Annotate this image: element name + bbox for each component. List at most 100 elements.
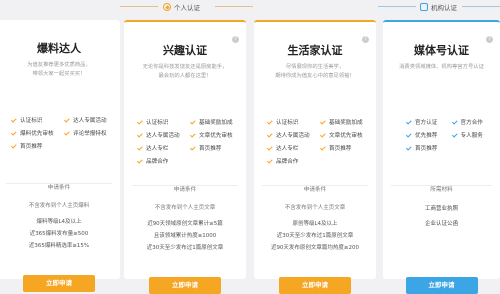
feature-item: 达人专属活动 [63,116,116,124]
feature-item: 认证标识 [266,118,319,126]
auth-type-tabs: 个人认证 机构认证 [0,0,500,20]
check-icon [189,144,196,151]
feature-item: 文章优先审核 [189,131,242,139]
feature-item: 专人服务 [451,131,497,139]
req-item: 爆料等级L4及以上 [36,219,82,225]
check-icon [10,142,17,149]
feature-item: 认证标识 [136,118,189,126]
card-interest-auth: ? 兴趣认证 无论你是科技发烧友还是厨房能手， 最会玩的人都在这里！ 认证标识 … [124,20,246,294]
feature-list: 认证标识 达人专属活动 爆料优先审核 评论举报特权 首页推荐 [10,116,116,150]
req-item: 近90天发布原创文章篇均热度≥200 [270,245,360,251]
req-list: 不含发布到个人主页文章 原创等级L4及以上 近30天至少发布过1篇原创文章 近9… [258,202,372,254]
feature-item: 品牌合作 [136,157,189,165]
check-icon [405,144,412,151]
check-icon [136,131,143,138]
feature-item: 首页推荐 [319,144,372,152]
tab-deco-line [215,6,253,7]
feature-item: 达人专属活动 [266,131,319,139]
feature-list: 官方认证 官方合作 优先推荐 专人服务 首页推荐 [405,118,497,152]
card-lifestyle-auth: ? 生活家认证 尽情展现你的生活美学， 期待你成为值友心中的意见领袖！ 认证标识… [254,20,376,294]
check-icon [266,118,273,125]
req-item: 不含发布到个人主页爆料 [28,203,90,209]
check-icon [136,144,143,151]
card-title: 媒体号认证 [414,44,469,57]
check-icon [405,131,412,138]
card-title: 兴趣认证 [163,44,207,57]
feature-item: 基础奖励加成 [319,118,372,126]
check-icon [319,118,326,125]
feature-item: 首页推荐 [405,144,451,152]
feature-item: 优先推荐 [405,131,451,139]
tab-personal-auth[interactable]: 个人认证 [163,2,200,12]
card-desc: 尽情展现你的生活美学， 期待你成为值友心中的意见领袖！ [260,63,370,81]
req-list: 不含发布到个人主页文章 近90天领域原创文章累计≥5篇 且该领域累计热度≥100… [128,202,242,254]
req-list: 工商营业执照 企业认证公函 [387,202,496,232]
check-icon [405,118,412,125]
req-item: 近365爆料精选率≥15% [28,243,90,249]
tab-deco-line [378,6,416,7]
card-desc-line: 消费类领域媒体、机构等官方号认证 [399,64,484,70]
check-icon [319,131,326,138]
card-desc-line: 尽情展现你的生活美学， [285,64,345,70]
check-icon [266,144,273,151]
req-title: 申请条件 [173,187,197,193]
card-desc-line: 期待你成为值友心中的意见领袖！ [275,73,355,79]
feature-list: 认证标识 基础奖励加成 达人专属活动 文章优先审核 达人专栏 首页推荐 品牌合作 [136,118,242,165]
req-title: 申请条件 [47,185,71,191]
card-desc-line: 为值友推荐更多优质商品， [27,62,91,68]
card-title: 爆料达人 [37,42,81,55]
check-icon [319,144,326,151]
feature-item: 认证标识 [10,116,63,124]
feature-item: 首页推荐 [189,144,242,152]
tab-org-label: 机构认证 [431,4,457,12]
check-icon [451,118,458,125]
check-icon [10,116,17,123]
feature-item: 首页推荐 [10,142,63,150]
feature-item: 达人专栏 [136,144,189,152]
check-icon [451,131,458,138]
feature-item: 官方认证 [405,118,451,126]
req-item: 不含发布到个人主页文章 [154,205,216,211]
check-icon [136,157,143,164]
feature-item: 达人专栏 [266,144,319,152]
req-item: 原创等级L4及以上 [292,221,338,227]
feature-item: 达人专属活动 [136,131,189,139]
tab-deco-line [462,6,500,7]
req-title: 所需材料 [430,187,453,193]
req-item: 近90天领域原创文章累计≥5篇 [147,221,223,227]
check-icon [63,116,70,123]
check-icon [189,131,196,138]
card-desc: 为值友推荐更多优质商品， 带领大家一起买买买！ [4,61,114,79]
req-item: 不含发布到个人主页文章 [284,205,346,211]
tab-org-auth[interactable]: 机构认证 [420,2,457,12]
req-list: 不含发布到个人主页爆料 爆料等级L4及以上 近365爆料发布量≥500 近365… [2,200,116,252]
check-icon [63,129,70,136]
card-desc-line: 最会玩的人都在这里！ [158,73,212,79]
card-title: 生活家认证 [287,44,343,57]
feature-list: 认证标识 基础奖励加成 达人专属活动 文章优先审核 达人专栏 首页推荐 品牌合作 [266,118,372,165]
apply-button[interactable]: 立即申请 [405,277,478,294]
card-desc: 消费类领域媒体、机构等官方号认证 [389,63,494,72]
apply-button[interactable]: 立即申请 [23,275,95,292]
req-title: 申请条件 [303,187,327,193]
card-desc-line: 无论你是科技发烧友还是厨房能手， [142,64,228,70]
tab-deco-line [120,6,158,7]
apply-button[interactable]: 立即申请 [279,277,351,294]
check-icon [266,131,273,138]
req-item: 企业认证公函 [424,221,458,227]
org-auth-icon [420,3,428,11]
feature-item: 爆料优先审核 [10,129,63,137]
req-item: 工商营业执照 [424,206,458,212]
check-icon [266,157,273,164]
personal-auth-icon [163,3,171,11]
feature-item: 品牌合作 [266,157,319,165]
check-icon [10,129,17,136]
card-desc-line: 带领大家一起买买买！ [32,71,86,77]
tab-personal-label: 个人认证 [174,4,200,12]
feature-item: 官方合作 [451,118,497,126]
card-media-auth: ? 媒体号认证 消费类领域媒体、机构等官方号认证 官方认证 官方合作 优先推荐 … [383,20,500,294]
req-item: 近30天至少发布过1篇原创文章 [146,245,224,251]
apply-button[interactable]: 立即申请 [149,277,221,294]
feature-item: 基础奖励加成 [189,118,242,126]
req-item: 近365爆料发布量≥500 [29,231,89,237]
